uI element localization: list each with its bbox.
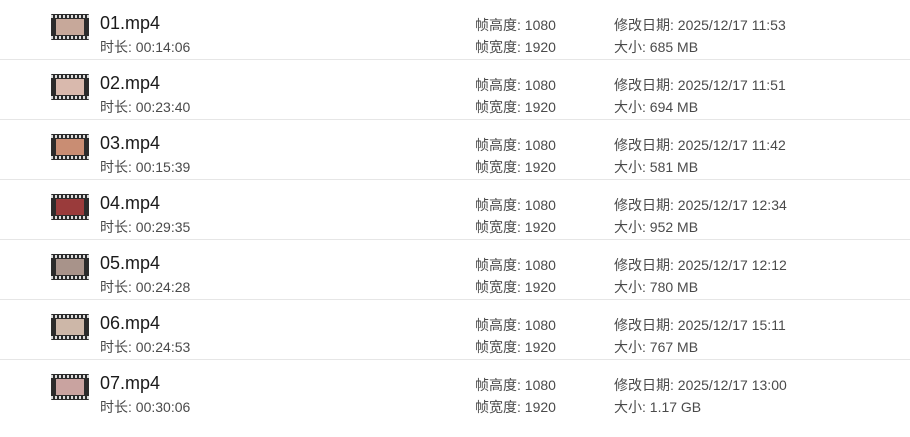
film-perforation — [51, 36, 89, 39]
film-perforation — [51, 135, 89, 138]
frame-height: 帧高度: 1080 — [475, 257, 556, 273]
modified-date: 修改日期: 2025/12/17 15:11 — [614, 317, 786, 333]
modified-date: 修改日期: 2025/12/17 11:53 — [614, 17, 786, 33]
file-duration: 时长: 00:24:53 — [100, 339, 191, 355]
file-size: 大小: 694 MB — [614, 99, 699, 115]
file-size: 大小: 685 MB — [614, 39, 699, 55]
thumbnail-frame — [56, 139, 84, 155]
modified-date: 修改日期: 2025/12/17 12:34 — [614, 197, 787, 213]
film-perforation — [51, 15, 89, 18]
frame-height: 帧高度: 1080 — [475, 17, 556, 33]
file-duration: 时长: 00:15:39 — [100, 159, 191, 175]
file-duration: 时长: 00:24:28 — [100, 279, 191, 295]
thumbnail-frame — [56, 379, 84, 395]
file-name: 01.mp4 — [100, 13, 161, 33]
thumbnail-frame — [56, 79, 84, 95]
frame-height: 帧高度: 1080 — [475, 197, 556, 213]
file-row[interactable]: 06.mp4 时长: 00:24:53 帧高度: 1080 帧宽度: 1920 修改日期… — [0, 300, 910, 360]
frame-width: 帧宽度: 1920 — [475, 39, 556, 55]
file-duration: 时长: 00:29:35 — [100, 219, 191, 235]
film-perforation — [51, 195, 89, 198]
film-perforation — [51, 216, 89, 219]
thumbnail-frame — [56, 319, 84, 335]
file-duration: 时长: 00:30:06 — [100, 399, 191, 415]
film-perforation — [51, 276, 89, 279]
frame-width: 帧宽度: 1920 — [475, 399, 556, 415]
film-perforation — [51, 315, 89, 318]
thumbnail-frame — [56, 19, 84, 35]
video-thumbnail-icon — [51, 134, 89, 160]
file-size: 大小: 767 MB — [614, 339, 699, 355]
film-perforation — [51, 75, 89, 78]
video-thumbnail-icon — [51, 74, 89, 100]
file-size: 大小: 952 MB — [614, 219, 699, 235]
frame-width: 帧宽度: 1920 — [475, 279, 556, 295]
file-row[interactable]: 07.mp4 时长: 00:30:06 帧高度: 1080 帧宽度: 1920 修改日期… — [0, 360, 910, 420]
film-perforation — [51, 255, 89, 258]
frame-height: 帧高度: 1080 — [475, 137, 556, 153]
thumbnail-frame — [56, 199, 84, 215]
frame-width: 帧宽度: 1920 — [475, 159, 556, 175]
file-duration: 时长: 00:23:40 — [100, 99, 191, 115]
modified-date: 修改日期: 2025/12/17 12:12 — [614, 257, 787, 273]
file-duration: 时长: 00:14:06 — [100, 39, 191, 55]
frame-height: 帧高度: 1080 — [475, 317, 556, 333]
frame-height: 帧高度: 1080 — [475, 77, 556, 93]
frame-width: 帧宽度: 1920 — [475, 219, 556, 235]
video-thumbnail-icon — [51, 254, 89, 280]
film-perforation — [51, 96, 89, 99]
video-thumbnail-icon — [51, 374, 89, 400]
modified-date: 修改日期: 2025/12/17 11:42 — [614, 137, 786, 153]
frame-width: 帧宽度: 1920 — [475, 339, 556, 355]
thumbnail-frame — [56, 259, 84, 275]
file-list: 01.mp4 时长: 00:14:06 帧高度: 1080 帧宽度: 1920 修改日期… — [0, 0, 910, 437]
film-perforation — [51, 375, 89, 378]
video-thumbnail-icon — [51, 194, 89, 220]
modified-date: 修改日期: 2025/12/17 11:51 — [614, 77, 786, 93]
frame-height: 帧高度: 1080 — [475, 377, 556, 393]
video-thumbnail-icon — [51, 14, 89, 40]
file-size: 大小: 1.17 GB — [614, 399, 702, 415]
file-row[interactable]: 05.mp4 时长: 00:24:28 帧高度: 1080 帧宽度: 1920 修改日期… — [0, 240, 910, 300]
file-row[interactable]: 01.mp4 时长: 00:14:06 帧高度: 1080 帧宽度: 1920 修改日期… — [0, 0, 910, 60]
file-name: 03.mp4 — [100, 133, 161, 153]
file-size: 大小: 780 MB — [614, 279, 699, 295]
file-name: 02.mp4 — [100, 73, 161, 93]
file-name: 04.mp4 — [100, 193, 161, 213]
file-row[interactable]: 02.mp4 时长: 00:23:40 帧高度: 1080 帧宽度: 1920 修改日期… — [0, 60, 910, 120]
film-perforation — [51, 396, 89, 399]
frame-width: 帧宽度: 1920 — [475, 99, 556, 115]
file-size: 大小: 581 MB — [614, 159, 699, 175]
film-perforation — [51, 156, 89, 159]
film-perforation — [51, 336, 89, 339]
modified-date: 修改日期: 2025/12/17 13:00 — [614, 377, 787, 393]
file-row[interactable]: 03.mp4 时长: 00:15:39 帧高度: 1080 帧宽度: 1920 修改日期… — [0, 120, 910, 180]
file-name: 06.mp4 — [100, 313, 161, 333]
file-name: 07.mp4 — [100, 373, 161, 393]
file-row[interactable]: 04.mp4 时长: 00:29:35 帧高度: 1080 帧宽度: 1920 修改日期… — [0, 180, 910, 240]
video-thumbnail-icon — [51, 314, 89, 340]
file-name: 05.mp4 — [100, 253, 161, 273]
